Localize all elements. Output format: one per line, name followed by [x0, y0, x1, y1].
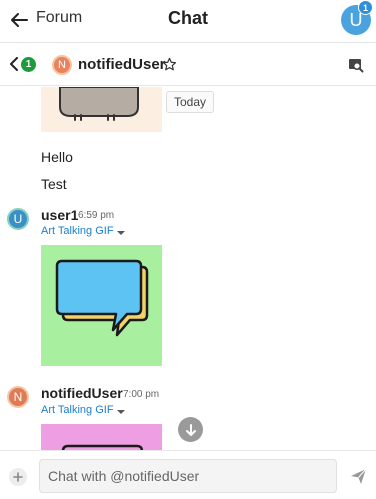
message-text: Hello — [41, 149, 73, 165]
search-icon[interactable] — [348, 57, 364, 73]
post-avatar[interactable]: N — [7, 386, 29, 408]
chevron-down-icon[interactable] — [116, 230, 126, 236]
post-timestamp: 7:00 pm — [123, 389, 160, 400]
post-username[interactable]: user1 — [41, 207, 78, 223]
channel-name[interactable]: notifiedUser — [78, 56, 166, 73]
post-avatar[interactable]: U — [7, 208, 29, 230]
send-icon[interactable] — [350, 468, 367, 485]
message-text: Test — [41, 176, 67, 192]
chat-composer — [0, 450, 376, 499]
gif-image[interactable] — [41, 245, 162, 366]
top-header: Forum Chat U 1 — [0, 0, 376, 43]
cat-gif-illustration — [59, 87, 139, 121]
post-username[interactable]: notifiedUser — [41, 385, 123, 401]
gif-image[interactable] — [41, 87, 162, 132]
gif-title-link[interactable]: Art Talking GIF — [41, 225, 114, 237]
unread-count-badge[interactable]: 1 — [21, 57, 36, 72]
chevron-left-icon[interactable] — [8, 57, 20, 71]
channel-header: 1 N notifiedUser — [0, 44, 376, 86]
chat-input[interactable] — [39, 459, 337, 493]
avatar-letter: U — [13, 212, 23, 226]
avatar-letter: N — [13, 390, 23, 404]
channel-user-avatar[interactable]: N — [52, 55, 72, 75]
scroll-to-bottom-button[interactable] — [178, 417, 203, 442]
arrow-down-icon — [185, 423, 196, 436]
back-arrow-icon[interactable] — [8, 9, 30, 31]
avatar-letter: N — [58, 59, 66, 71]
post-timestamp: 6:59 pm — [78, 210, 115, 221]
date-divider: Today — [166, 91, 215, 113]
speech-bubble-gif-illustration — [61, 444, 144, 450]
speech-bubble-gif-illustration — [55, 259, 149, 337]
gif-image[interactable] — [41, 424, 162, 450]
notification-badge: 1 — [358, 0, 373, 15]
gif-title-link[interactable]: Art Talking GIF — [41, 404, 114, 416]
chevron-down-icon[interactable] — [116, 409, 126, 415]
back-to-forum-link[interactable]: Forum — [36, 9, 82, 27]
star-icon[interactable] — [162, 57, 177, 72]
plus-icon — [13, 472, 23, 482]
message-list[interactable]: Today Hello Test U user1 6:59 pm Art Tal… — [0, 87, 376, 450]
add-attachment-button[interactable] — [9, 468, 27, 486]
